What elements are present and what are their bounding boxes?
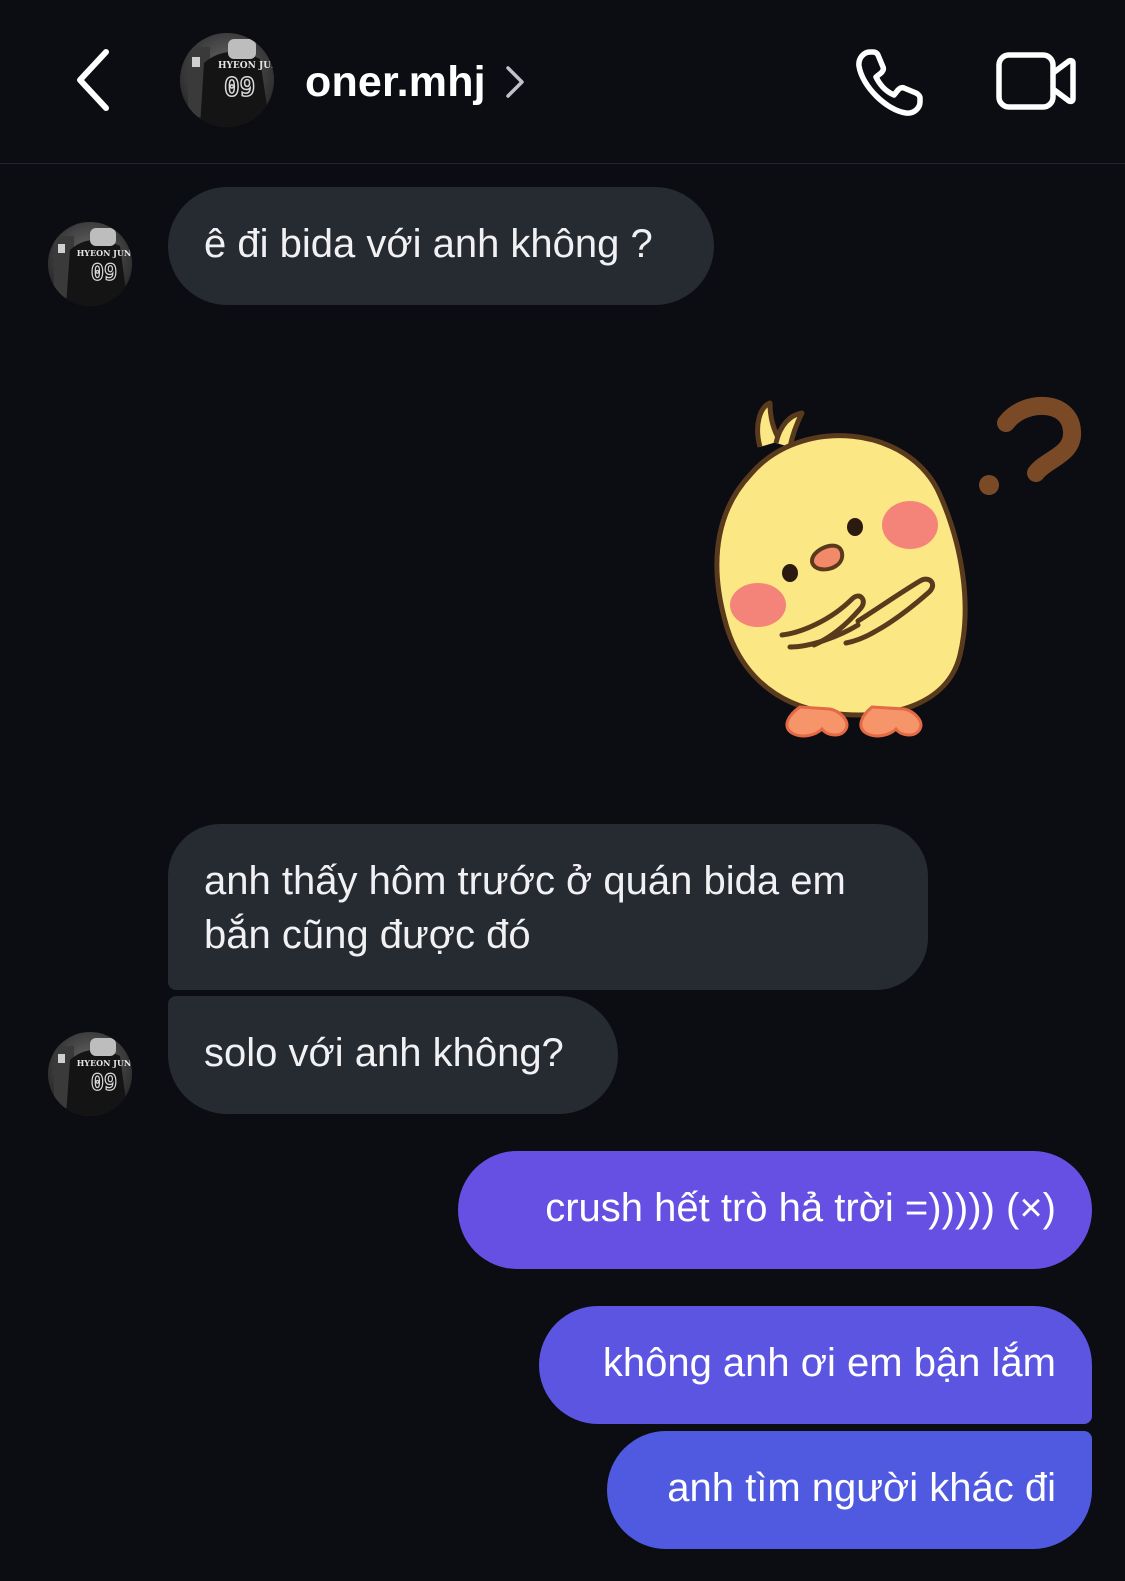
svg-text:HYEON JUN: HYEON JUN [77,248,132,258]
chevron-left-icon [77,49,109,111]
svg-text:09: 09 [91,261,118,286]
contact-username[interactable]: oner.mhj [305,55,486,109]
back-button[interactable] [62,40,132,120]
profile-chevron-icon[interactable] [500,62,530,102]
message-bubble-incoming[interactable]: solo với anh không? [168,996,618,1114]
message-bubble-outgoing[interactable]: anh tìm người khác đi [607,1431,1092,1549]
message-text: anh tìm người khác đi [667,1466,1056,1510]
message-text: không anh ơi em bận lắm [602,1341,1056,1385]
svg-text:09: 09 [91,1071,118,1096]
message-text: ê đi bida với anh không ? [204,222,653,266]
message-bubble-incoming[interactable]: anh thấy hôm trước ở quán bida em bắn cũ… [168,824,928,990]
message-bubble-incoming[interactable]: ê đi bida với anh không ? [168,187,714,305]
video-call-button[interactable] [995,45,1077,117]
message-bubble-outgoing[interactable]: không anh ơi em bận lắm [539,1306,1092,1424]
chat-header: HYEON JUN 09 oner.mhj [0,0,1125,164]
voice-call-button[interactable] [852,44,928,120]
avatar[interactable]: HYEON JUN 09 [48,1032,132,1116]
avatar-jersey-name: HYEON JUN [218,61,274,71]
message-bubble-outgoing[interactable]: crush hết trò hả trời =))))) (×) [458,1151,1092,1269]
avatar[interactable]: HYEON JUN 09 [180,33,274,127]
avatar-jersey-number: 09 [223,72,256,104]
message-text: solo với anh không? [204,1031,564,1075]
question-mark-icon [997,396,1081,482]
chick-sticker[interactable] [690,385,1090,765]
svg-text:HYEON JUN: HYEON JUN [77,1058,132,1068]
avatar[interactable]: HYEON JUN 09 [48,222,132,306]
message-text: anh thấy hôm trước ở quán bida em bắn cũ… [204,859,846,957]
phone-icon [856,49,923,116]
video-camera-icon [996,52,1076,110]
message-text: crush hết trò hả trời =))))) (×) [545,1186,1056,1230]
